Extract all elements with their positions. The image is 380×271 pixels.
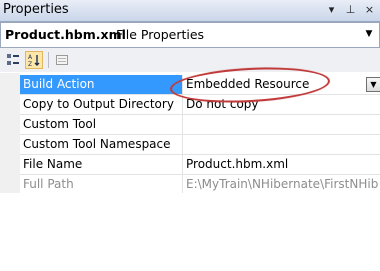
object-type: File Properties (116, 27, 205, 42)
properties-titlebar: Properties ▾ ⊥ × (0, 0, 380, 22)
property-row-custom-tool[interactable]: Custom Tool (20, 115, 380, 135)
alphabetical-icon[interactable]: A Z (25, 51, 43, 69)
window-title: Properties (3, 2, 69, 17)
close-icon[interactable]: × (363, 1, 376, 18)
property-value: E:\MyTrain\NHibernate\FirstNHib (182, 175, 380, 194)
property-value[interactable] (182, 115, 380, 134)
toolbar-divider (48, 52, 49, 68)
property-name: Custom Tool Namespace (23, 137, 171, 151)
pin-icon[interactable]: ⊥ (344, 1, 357, 18)
property-row-custom-tool-namespace[interactable]: Custom Tool Namespace (20, 135, 380, 155)
property-row-build-action[interactable]: Build Action Embedded Resource ▼ (20, 75, 380, 95)
svg-text:Z: Z (28, 61, 32, 67)
property-value[interactable]: Product.hbm.xml (182, 155, 380, 174)
property-row-full-path: Full Path E:\MyTrain\NHibernate\FirstNHi… (20, 175, 380, 195)
svg-text:A: A (28, 54, 33, 61)
property-description-area (0, 193, 380, 271)
properties-toolbar: A Z (0, 48, 380, 72)
property-value-text: Embedded Resource (186, 77, 310, 91)
grid-gutter (0, 73, 20, 193)
property-name: Copy to Output Directory (23, 97, 174, 111)
property-value[interactable] (182, 135, 380, 154)
property-name: Full Path (23, 177, 74, 191)
property-name: Build Action (20, 75, 182, 94)
property-value[interactable]: Embedded Resource ▼ (182, 75, 380, 94)
property-value[interactable]: Do not copy (182, 95, 380, 114)
chevron-down-icon[interactable]: ▼ (362, 26, 376, 42)
object-name: Product.hbm.xml (5, 27, 126, 42)
object-selector[interactable]: Product.hbm.xml File Properties ▼ (0, 22, 380, 48)
title-controls: ▾ ⊥ × (325, 1, 376, 18)
dropdown-menu-icon[interactable]: ▾ (325, 1, 338, 18)
categorized-icon[interactable] (4, 51, 22, 69)
property-name: Custom Tool (23, 117, 97, 131)
chevron-down-icon[interactable]: ▼ (366, 77, 380, 92)
property-pages-icon[interactable] (53, 51, 71, 69)
property-row-copy-to-output-directory[interactable]: Copy to Output Directory Do not copy (20, 95, 380, 115)
property-row-file-name[interactable]: File Name Product.hbm.xml (20, 155, 380, 175)
property-name: File Name (23, 157, 83, 171)
